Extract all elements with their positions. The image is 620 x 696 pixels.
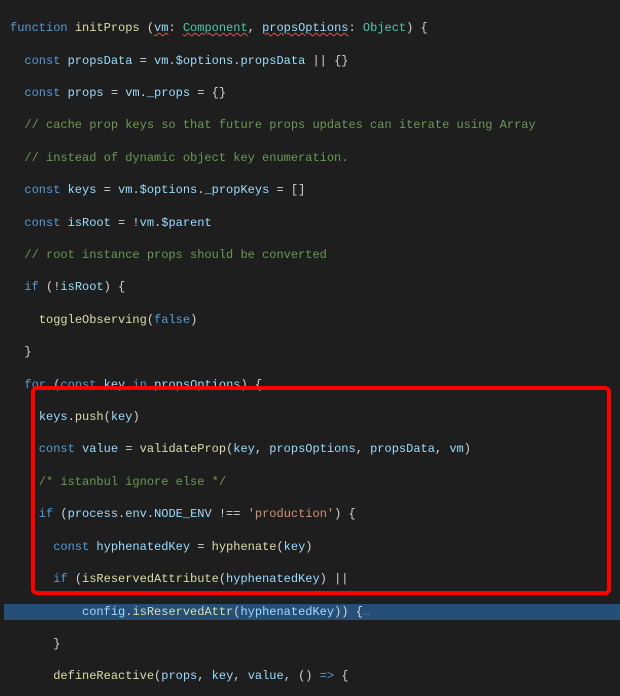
- code-line[interactable]: if (process.env.NODE_ENV !== 'production…: [4, 506, 620, 522]
- code-line[interactable]: const keys = vm.$options._propKeys = []: [4, 182, 620, 198]
- code-line[interactable]: const isRoot = !vm.$parent: [4, 215, 620, 231]
- code-line[interactable]: keys.push(key): [4, 409, 620, 425]
- code-line[interactable]: function initProps (vm: Component, props…: [4, 20, 620, 36]
- code-line[interactable]: }: [4, 344, 620, 360]
- code-editor-viewport[interactable]: function initProps (vm: Component, props…: [0, 0, 620, 696]
- type-annotation: Component: [183, 21, 248, 35]
- code-line[interactable]: // instead of dynamic object key enumera…: [4, 150, 620, 166]
- code-line[interactable]: if (!isRoot) {: [4, 279, 620, 295]
- code-line[interactable]: const propsData = vm.$options.propsData …: [4, 53, 620, 69]
- code-line[interactable]: const value = validateProp(key, propsOpt…: [4, 441, 620, 457]
- code-line[interactable]: // cache prop keys so that future props …: [4, 117, 620, 133]
- code-line[interactable]: defineReactive(props, key, value, () => …: [4, 668, 620, 684]
- code-line[interactable]: const hyphenatedKey = hyphenate(key): [4, 539, 620, 555]
- code-line-highlighted[interactable]: config.isReservedAttr(hyphenatedKey)) {…: [4, 604, 620, 620]
- fold-indicator-icon[interactable]: …: [363, 605, 370, 619]
- function-name: initProps: [75, 21, 147, 35]
- comment: // cache prop keys so that future props …: [10, 118, 536, 132]
- code-line[interactable]: if (isReservedAttribute(hyphenatedKey) |…: [4, 571, 620, 587]
- code-line[interactable]: toggleObserving(false): [4, 312, 620, 328]
- keyword: function: [10, 21, 75, 35]
- param: vm: [154, 21, 168, 35]
- code-line[interactable]: // root instance props should be convert…: [4, 247, 620, 263]
- code-line[interactable]: for (const key in propsOptions) {: [4, 377, 620, 393]
- code-line[interactable]: /* istanbul ignore else */: [4, 474, 620, 490]
- code-line[interactable]: }: [4, 636, 620, 652]
- code-line[interactable]: const props = vm._props = {}: [4, 85, 620, 101]
